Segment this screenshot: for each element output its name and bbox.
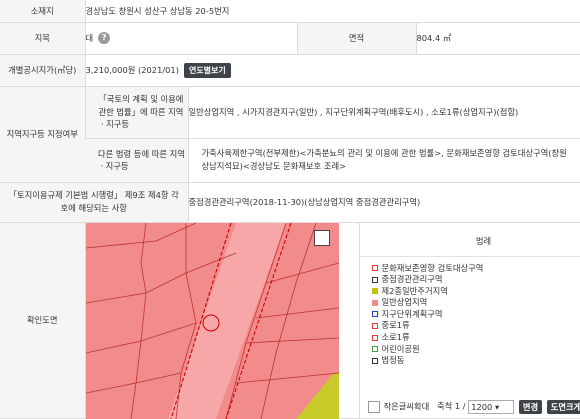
change-button[interactable]: 변경: [519, 400, 542, 414]
map-row: 확인도면: [0, 222, 580, 418]
legend-list: 문화재보존영향 검토대상구역 중점경관관리구역 제2종일반주거지역 일반상업지역…: [372, 263, 484, 367]
legend-item: 법정동: [372, 355, 484, 367]
jimok-value: 대: [86, 33, 94, 43]
map-label: 확인도면: [0, 222, 85, 418]
expand-icon[interactable]: [314, 230, 330, 246]
regulation-value: 중점경관관리구역(2018-11-30)(상남상업지역 중점경관관리구역): [188, 182, 580, 222]
zoning-sub1-label: 「국토의 계획 및 이용에 관한 법률」에 따른 지역ㆍ지구등: [85, 86, 188, 138]
area-label: 면적: [297, 22, 416, 54]
location-label: 소재지: [0, 0, 85, 22]
print-button[interactable]: 도면크게보기: [547, 400, 580, 414]
jimok-row: 지목 대? 면적 804.4 ㎡: [0, 22, 580, 54]
price-cell: 3,210,000원 (2021/01) 연도별보기: [85, 54, 580, 86]
area-value: 804.4 ㎡: [416, 22, 580, 54]
scale-select[interactable]: 1200 ▾: [468, 400, 514, 414]
regulation-row: 「토지이용규제 기본법 시행령」 제9조 제4항 각 호에 해당되는 사항 중점…: [0, 182, 580, 222]
zoning-sub2-label: 다른 법령 등에 따른 지역ㆍ지구등: [85, 138, 188, 182]
legend-cell: 범례 문화재보존영향 검토대상구역 중점경관관리구역 제2종일반주거지역 일반상…: [359, 222, 580, 418]
legend-item: 제2종일반주거지역: [372, 286, 484, 298]
jimok-cell: 대?: [85, 22, 297, 54]
legend-item: 중로1류: [372, 320, 484, 332]
question-icon[interactable]: ?: [98, 32, 110, 44]
legend-item: 일반상업지역: [372, 297, 484, 309]
jimok-label: 지목: [0, 22, 85, 54]
legend-item: 어린이공원: [372, 344, 484, 356]
map-cell: [85, 222, 359, 418]
legend-panel: 범례 문화재보존영향 검토대상구역 중점경관관리구역 제2종일반주거지역 일반상…: [360, 223, 580, 419]
legend-item: 지구단위계획구역: [372, 309, 484, 321]
price-label: 개별공시지가(㎡당): [0, 54, 85, 86]
map-controls: 작은글씨확대 축척 1 / 1200 ▾ 변경 도면크게보기: [368, 400, 580, 414]
zoning-row-1: 지역지구등 지정여부 「국토의 계획 및 이용에 관한 법률」에 따른 지역ㆍ지…: [0, 86, 580, 138]
small-text-label: 작은글씨확대: [384, 401, 430, 411]
legend-item: 중점경관관리구역: [372, 274, 484, 286]
small-text-checkbox[interactable]: [368, 401, 380, 413]
map-graphic: [86, 223, 339, 419]
location-value: 경상남도 창원시 성산구 상남동 20-5번지: [85, 0, 580, 22]
legend-item: 소로1류: [372, 332, 484, 344]
location-row: 소재지 경상남도 창원시 성산구 상남동 20-5번지: [0, 0, 580, 22]
cadastral-map[interactable]: [86, 223, 339, 419]
zoning-row-2: 다른 법령 등에 따른 지역ㆍ지구등 가축사육제한구역(전부제한)<가축분뇨의 …: [0, 138, 580, 182]
price-value: 3,210,000원 (2021/01): [86, 65, 179, 75]
legend-divider: [360, 256, 580, 257]
zoning-sub1-value: 일반상업지역 , 시가지경관지구(일반) , 지구단위계획구역(배후도시) , …: [188, 86, 580, 138]
zoning-sub2-value: 가축사육제한구역(전부제한)<가축분뇨의 관리 및 이용에 관한 법률>, 문화…: [188, 138, 580, 182]
legend-title: 범례: [360, 235, 580, 247]
land-info-table: 소재지 경상남도 창원시 성산구 상남동 20-5번지 지목 대? 면적 804…: [0, 0, 580, 419]
legend-item: 문화재보존영향 검토대상구역: [372, 263, 484, 275]
regulation-label: 「토지이용규제 기본법 시행령」 제9조 제4항 각 호에 해당되는 사항: [0, 182, 188, 222]
zoning-label: 지역지구등 지정여부: [0, 86, 85, 182]
scale-label: 축척 1 /: [437, 401, 466, 411]
price-row: 개별공시지가(㎡당) 3,210,000원 (2021/01) 연도별보기: [0, 54, 580, 86]
yearly-view-button[interactable]: 연도별보기: [184, 63, 231, 78]
